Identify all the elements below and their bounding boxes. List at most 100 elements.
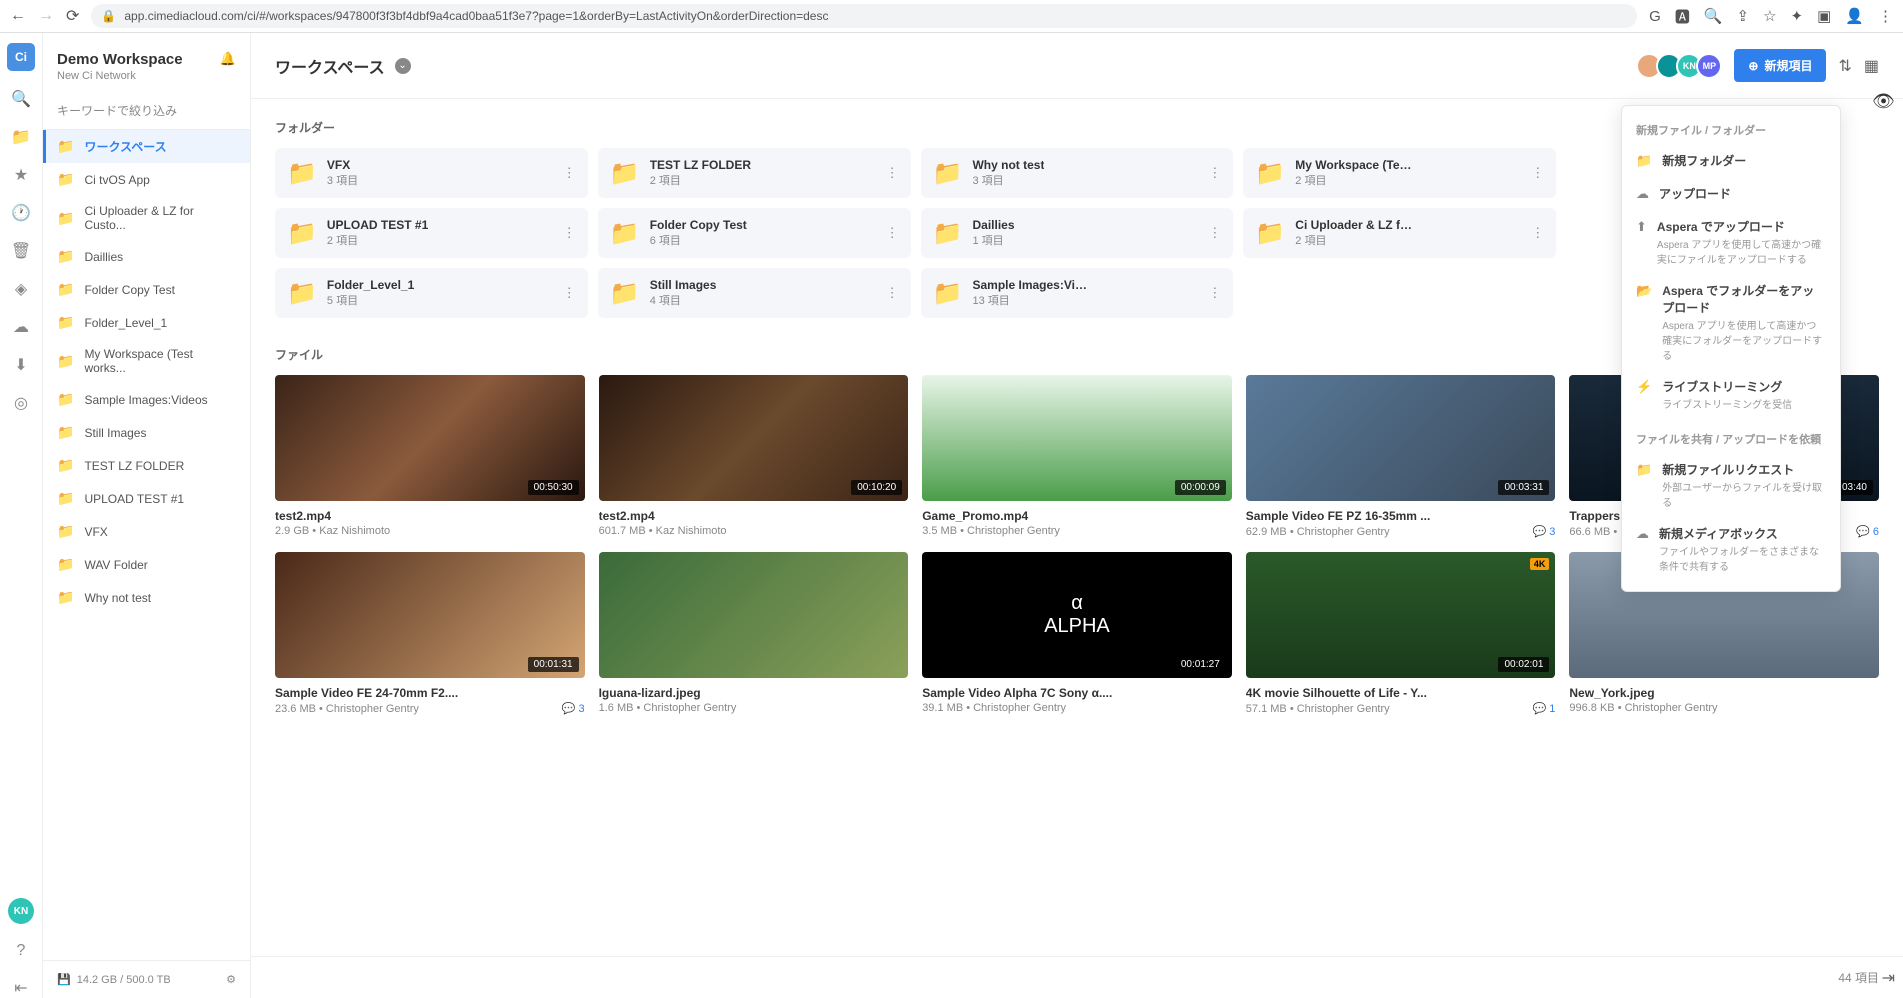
folder-icon: 📁 (57, 589, 74, 606)
file-card[interactable]: 4K00:02:014K movie Silhouette of Life - … (1246, 552, 1556, 715)
file-name: Sample Video FE PZ 16-35mm ... (1246, 509, 1556, 523)
folder-card[interactable]: 📁 Folder_Level_1 5 項目 ⋮ (275, 268, 588, 318)
comment-badge[interactable]: 💬 3 (562, 702, 585, 715)
folder-card[interactable]: 📁 Ci Uploader & LZ for... 2 項目 ⋮ (1243, 208, 1556, 258)
dropdown-item[interactable]: ⬆ Aspera でアップロード Aspera アプリを使用して高速かつ確実にフ… (1622, 210, 1840, 274)
google-icon[interactable]: G (1649, 8, 1661, 25)
sidebar-item[interactable]: 📁Folder Copy Test (43, 273, 250, 306)
grid-view-icon[interactable]: ▦ (1864, 56, 1879, 76)
sidebar-item-label: My Workspace (Test works... (84, 347, 236, 375)
sidebar-item[interactable]: 📁My Workspace (Test works... (43, 339, 250, 383)
visibility-icon[interactable]: 👁 (1864, 83, 1903, 120)
sidebar-item[interactable]: 📁VFX (43, 515, 250, 548)
folder-card[interactable]: 📁 TEST LZ FOLDER 2 項目 ⋮ (598, 148, 911, 198)
collapse-icon[interactable]: ⇤ (14, 978, 27, 998)
more-icon[interactable]: ⋮ (1531, 165, 1544, 181)
folder-name: Still Images (650, 278, 717, 292)
star-icon[interactable]: ★ (14, 165, 28, 185)
search-icon[interactable]: 🔍 (11, 89, 31, 109)
dropdown-item[interactable]: 📁 新規ファイルリクエスト 外部ユーザーからファイルを受け取る (1622, 453, 1840, 517)
more-icon[interactable]: ⋮ (563, 225, 576, 241)
more-icon[interactable]: ⋮ (563, 285, 576, 301)
comment-badge[interactable]: 💬 3 (1533, 525, 1556, 538)
filter-input[interactable]: キーワードで絞り込み (43, 92, 250, 130)
dropdown-item[interactable]: ☁ アップロード (1622, 177, 1840, 210)
folder-card[interactable]: 📁 Daillies 1 項目 ⋮ (921, 208, 1234, 258)
sidebar-item[interactable]: 📁Sample Images:Videos (43, 383, 250, 416)
sidebar-item[interactable]: 📁Ci Uploader & LZ for Custo... (43, 196, 250, 240)
profile-icon[interactable]: 👤 (1845, 7, 1864, 25)
file-card[interactable]: 00:00:09Game_Promo.mp4 3.5 MB • Christop… (922, 375, 1232, 538)
menu-icon[interactable]: ⋮ (1878, 7, 1893, 25)
dropdown-item[interactable]: ⚡ ライブストリーミング ライブストリーミングを受信 (1622, 370, 1840, 419)
back-icon[interactable]: ← (10, 7, 26, 25)
folder-card[interactable]: 📁 My Workspace (Test... 2 項目 ⋮ (1243, 148, 1556, 198)
folder-card[interactable]: 📁 UPLOAD TEST #1 2 項目 ⋮ (275, 208, 588, 258)
extensions-icon[interactable]: ✦ (1791, 7, 1804, 25)
settings-icon[interactable]: ⚙ (226, 973, 236, 986)
file-name: test2.mp4 (275, 509, 585, 523)
new-item-button[interactable]: ⊕ 新規項目 (1734, 49, 1826, 82)
star-icon[interactable]: ☆ (1763, 7, 1776, 25)
sidebar-item[interactable]: 📁Ci tvOS App (43, 163, 250, 196)
more-icon[interactable]: ⋮ (1531, 225, 1544, 241)
panel-icon[interactable]: ▣ (1817, 7, 1831, 25)
forward-icon[interactable]: → (38, 7, 54, 25)
file-card[interactable]: 00:50:30test2.mp4 2.9 GB • Kaz Nishimoto (275, 375, 585, 538)
more-icon[interactable]: ⋮ (1208, 165, 1221, 181)
chevron-down-icon[interactable]: ⌄ (395, 58, 411, 74)
more-icon[interactable]: ⋮ (563, 165, 576, 181)
sidebar-item-label: Daillies (84, 250, 123, 264)
file-card[interactable]: α ALPHA00:01:27Sample Video Alpha 7C Son… (922, 552, 1232, 715)
share-icon[interactable]: ⇪ (1737, 7, 1750, 25)
dropdown-item[interactable]: 📁 新規フォルダー (1622, 144, 1840, 177)
folder-name: My Workspace (Test... (1295, 158, 1415, 172)
sidebar-item-label: Folder Copy Test (84, 283, 175, 297)
sidebar-item[interactable]: 📁Daillies (43, 240, 250, 273)
folder-card[interactable]: 📁 Still Images 4 項目 ⋮ (598, 268, 911, 318)
cloud-icon[interactable]: ☁ (13, 317, 29, 337)
sidebar-item[interactable]: 📁WAV Folder (43, 548, 250, 581)
help-icon[interactable]: ? (17, 942, 26, 960)
url-bar[interactable]: 🔒 app.cimediacloud.com/ci/#/workspaces/9… (91, 4, 1637, 28)
more-icon[interactable]: ⋮ (1208, 285, 1221, 301)
more-icon[interactable]: ⋮ (886, 285, 899, 301)
bell-icon[interactable]: 🔔 (220, 51, 236, 67)
user-avatar[interactable]: KN (8, 898, 34, 924)
sort-icon[interactable]: ⇅ (1838, 56, 1851, 76)
reload-icon[interactable]: ⟳ (66, 6, 79, 26)
file-card[interactable]: 00:03:31Sample Video FE PZ 16-35mm ... 6… (1246, 375, 1556, 538)
clock-icon[interactable]: 🕐 (11, 203, 31, 223)
folder-icon[interactable]: 📁 (11, 127, 31, 147)
comment-badge[interactable]: 💬 6 (1856, 525, 1879, 538)
folder-card[interactable]: 📁 Folder Copy Test 6 項目 ⋮ (598, 208, 911, 258)
folder-card[interactable]: 📁 Why not test 3 項目 ⋮ (921, 148, 1234, 198)
trash-icon[interactable]: 🗑 (11, 241, 31, 261)
sidebar-item[interactable]: 📁Why not test (43, 581, 250, 614)
file-card[interactable]: 00:10:20test2.mp4 601.7 MB • Kaz Nishimo… (599, 375, 909, 538)
more-icon[interactable]: ⋮ (1208, 225, 1221, 241)
more-icon[interactable]: ⋮ (886, 225, 899, 241)
file-meta: 62.9 MB • Christopher Gentry💬 3 (1246, 525, 1556, 538)
sidebar-item[interactable]: 📁ワークスペース (43, 130, 250, 163)
comment-badge[interactable]: 💬 1 (1533, 702, 1556, 715)
folder-card[interactable]: 📁 VFX 3 項目 ⋮ (275, 148, 588, 198)
folder-card[interactable]: 📁 Sample Images:Vide... 13 項目 ⋮ (921, 268, 1234, 318)
dropdown-item[interactable]: 📂 Aspera でフォルダーをアップロード Aspera アプリを使用して高速… (1622, 274, 1840, 370)
file-card[interactable]: 00:01:31Sample Video FE 24-70mm F2.... 2… (275, 552, 585, 715)
translate-icon[interactable]: 🅰 (1675, 6, 1690, 27)
target-icon[interactable]: ◎ (14, 393, 28, 413)
collaborator-avatars[interactable]: KN MP (1642, 53, 1722, 79)
collapse-right-icon[interactable]: ⇥ (1882, 968, 1895, 988)
zoom-icon[interactable]: 🔍 (1704, 7, 1723, 25)
sidebar-item[interactable]: 📁UPLOAD TEST #1 (43, 482, 250, 515)
sidebar-item[interactable]: 📁TEST LZ FOLDER (43, 449, 250, 482)
sidebar-item[interactable]: 📁Folder_Level_1 (43, 306, 250, 339)
app-logo[interactable]: Ci (7, 43, 35, 71)
sidebar-item[interactable]: 📁Still Images (43, 416, 250, 449)
more-icon[interactable]: ⋮ (886, 165, 899, 181)
dropdown-item[interactable]: ☁ 新規メディアボックス ファイルやフォルダーをさまざまな条件で共有する (1622, 517, 1840, 581)
download-icon[interactable]: ⬇ (14, 355, 27, 375)
file-card[interactable]: Iguana-lizard.jpeg 1.6 MB • Christopher … (599, 552, 909, 715)
cube-icon[interactable]: ◈ (15, 279, 27, 299)
